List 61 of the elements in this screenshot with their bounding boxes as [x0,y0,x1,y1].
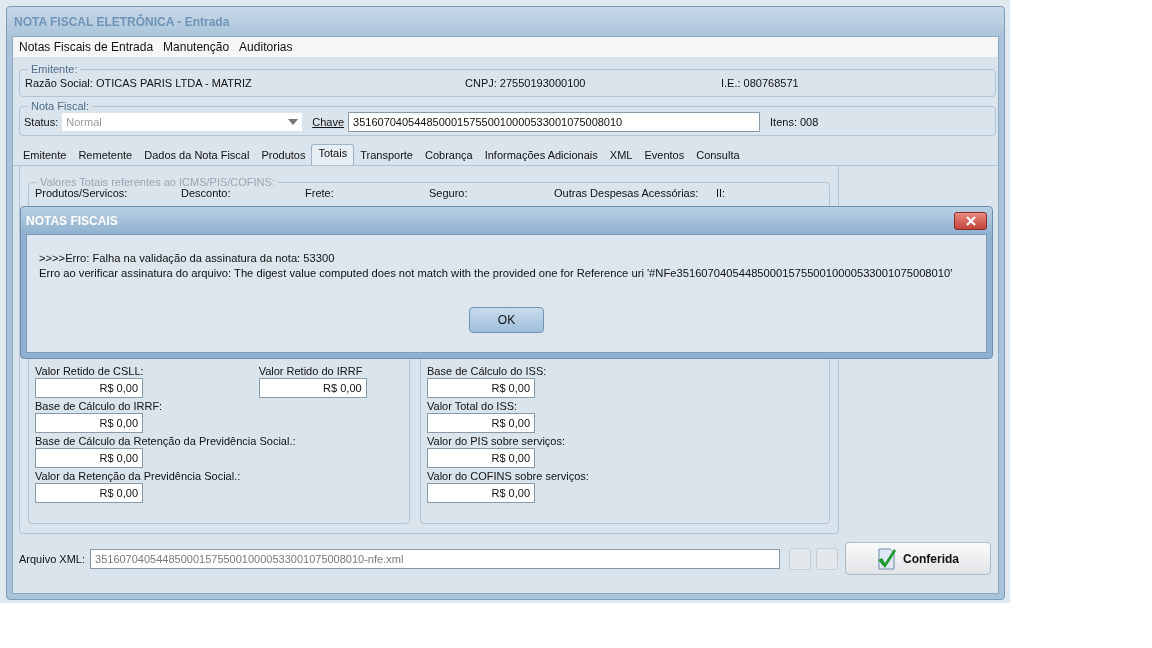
amount-field[interactable]: R$ 0,00 [427,448,536,468]
tab[interactable]: Consulta [690,146,746,165]
menu-item[interactable]: Auditorias [239,40,293,54]
error-message: >>>>Erro: Falha na validação da assinatura da nota: 53300 [39,251,336,266]
field-label: Valor Total do ISS: [427,400,519,412]
field-label: Valor da Retenção da Previdência Social.: [35,470,241,482]
items-count: Itens: 008 [770,116,819,128]
company-name: Razão Social: OTICAS PARIS LTDA - MATRIZ [25,77,253,89]
small-button[interactable] [816,547,839,570]
ok-button[interactable]: OK [469,307,544,333]
amount-field[interactable]: R$ 0,00 [258,378,367,398]
amount-field[interactable]: R$ 0,00 [427,413,536,433]
caret-icon [288,119,299,125]
field-label: Frete: [305,187,335,199]
field-label: Status: [24,116,59,128]
close-button[interactable] [954,211,987,230]
group-legend: Emitente: [28,63,81,75]
group-legend: Nota Fiscal: [28,100,93,112]
tab[interactable]: XML [603,146,639,165]
error-message: Erro ao verificar assinatura do arquivo: The digest value computed does not match with the provided one for Reference uri '#NFe35160704054485000157550010000533001075008010' [39,266,954,281]
amount-field[interactable]: R$ 0,00 [35,413,143,433]
field-label: Base de Cálculo da Retenção da Previdência Social.: [35,435,296,447]
amount-field[interactable]: R$ 0,00 [427,378,536,398]
close-icon [965,215,976,226]
window-title: NOTA FISCAL ELETRÔNICA - Entrada [14,14,230,29]
tab[interactable]: Produtos [255,146,312,165]
tab[interactable]: Totais [311,144,355,165]
field-label: Base de Cálculo do IRRF: [35,400,163,412]
amount-field[interactable]: R$ 0,00 [35,378,143,398]
field-label: Seguro: [429,187,469,199]
field-label: Valor do COFINS sobre serviços: [427,470,590,482]
menu-item[interactable]: Notas Fiscais de Entrada [19,40,154,54]
cnpj-text: CNPJ: 27550193000100 [465,77,587,89]
amount-field[interactable]: R$ 0,00 [35,483,143,503]
tab[interactable]: Emitente [17,146,73,165]
field-label: Outras Despesas Acessórias: [554,187,700,199]
tab[interactable]: Eventos [638,146,691,165]
dialog-title: NOTAS FISCAIS [26,213,118,228]
tab[interactable]: Informações Adicionais [478,146,604,165]
small-button[interactable] [789,547,812,570]
document-check-icon [877,547,897,570]
amount-field[interactable]: R$ 0,00 [35,448,143,468]
conferida-button[interactable]: Conferida [845,542,992,575]
field-label: Arquivo XML: [19,552,86,565]
tab[interactable]: Cobrança [419,146,479,165]
tab[interactable]: Transporte [354,146,419,165]
field-label: Desconto: [181,187,232,199]
chave-field[interactable]: 35160704054485000157550010000533001075008010 [348,112,761,132]
field-label: Valor Retido do IRRF [258,365,364,377]
field-label: Valor do PIS sobre serviços: [427,435,566,447]
tab[interactable]: Dados da Nota Fiscal [138,146,256,165]
chave-link[interactable]: Chave [312,116,345,128]
ie-text: I.E.: 080768571 [721,77,799,89]
menu-item[interactable]: Manutenção [163,40,230,54]
group-legend: Valores Totais referentes ao ICMS/PIS/COFINS: [37,176,278,188]
amount-field[interactable]: R$ 0,00 [427,483,536,503]
field-label: Produtos/Servicos: [35,187,129,199]
tab[interactable]: Remetente [72,146,139,165]
field-label: II: [716,187,726,199]
field-label: Valor Retido de CSLL: [35,365,144,377]
field-label: Base de Cálculo do ISS: [427,365,548,377]
